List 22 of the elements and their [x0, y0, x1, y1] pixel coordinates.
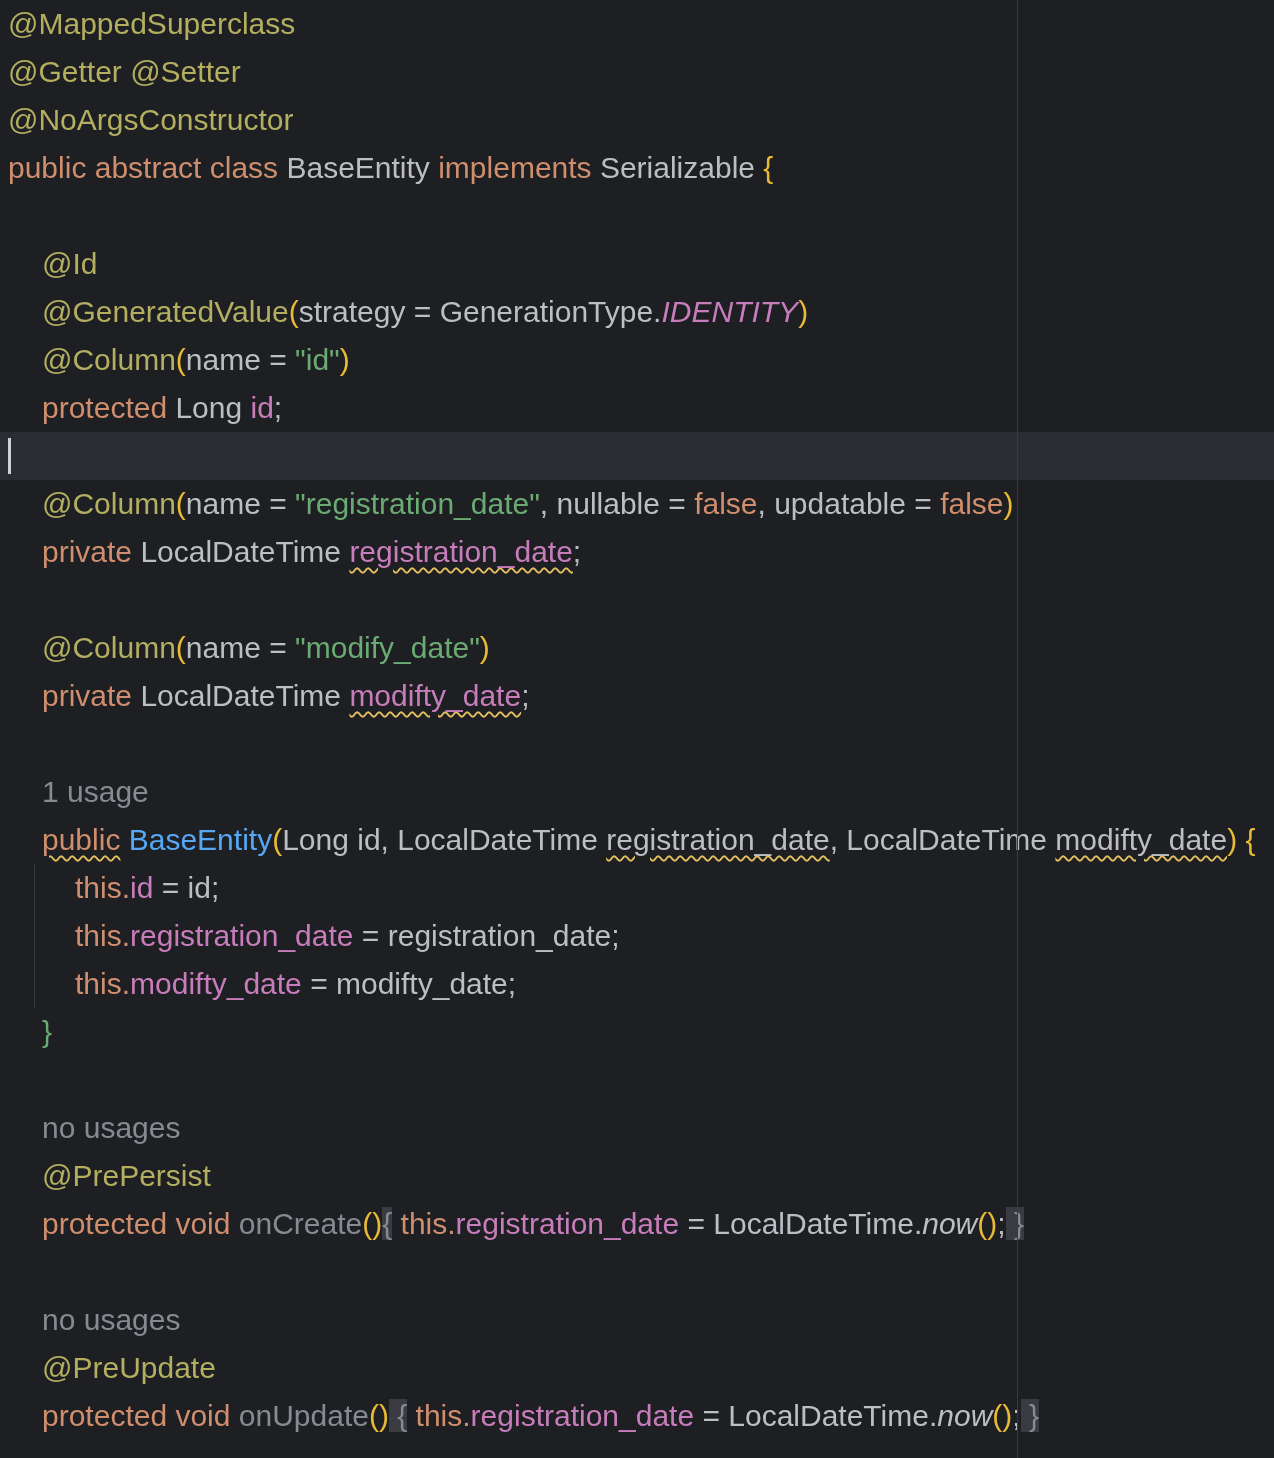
code-line: @Column(name = "id")	[42, 342, 350, 378]
code-line: @NoArgsConstructor	[8, 102, 294, 138]
code-line: public abstract class BaseEntity implements Serializable {	[8, 150, 774, 186]
code-line: @Getter @Setter	[8, 54, 241, 90]
code-line: public BaseEntity(Long id, LocalDateTime registration_date, LocalDateTime modifty_date) {	[42, 822, 1256, 858]
code-line: private LocalDateTime registration_date;	[42, 534, 582, 570]
usage-hint[interactable]: no usages	[42, 1302, 181, 1338]
code-line: private LocalDateTime modifty_date;	[42, 678, 530, 714]
code-line: @PrePersist	[42, 1158, 211, 1194]
code-line: this.registration_date = registration_date;	[75, 918, 620, 954]
usage-hint[interactable]: 1 usage	[42, 774, 149, 810]
code-line: this.id = id;	[75, 870, 220, 906]
code-line: }	[42, 1014, 53, 1050]
code-line: protected Long id;	[42, 390, 283, 426]
code-line: @GeneratedValue(strategy = GenerationType.IDENTITY)	[42, 294, 809, 330]
code-line: @Column(name = "modify_date")	[42, 630, 490, 666]
code-line: @Column(name = "registration_date", nullable = false, updatable = false)	[42, 486, 1014, 522]
code-line: @MappedSuperclass	[8, 6, 296, 42]
code-line: this.modifty_date = modifty_date;	[75, 966, 517, 1002]
code-line: @Id	[42, 246, 98, 282]
usage-hint[interactable]: no usages	[42, 1110, 181, 1146]
code-line: @PreUpdate	[42, 1350, 216, 1386]
